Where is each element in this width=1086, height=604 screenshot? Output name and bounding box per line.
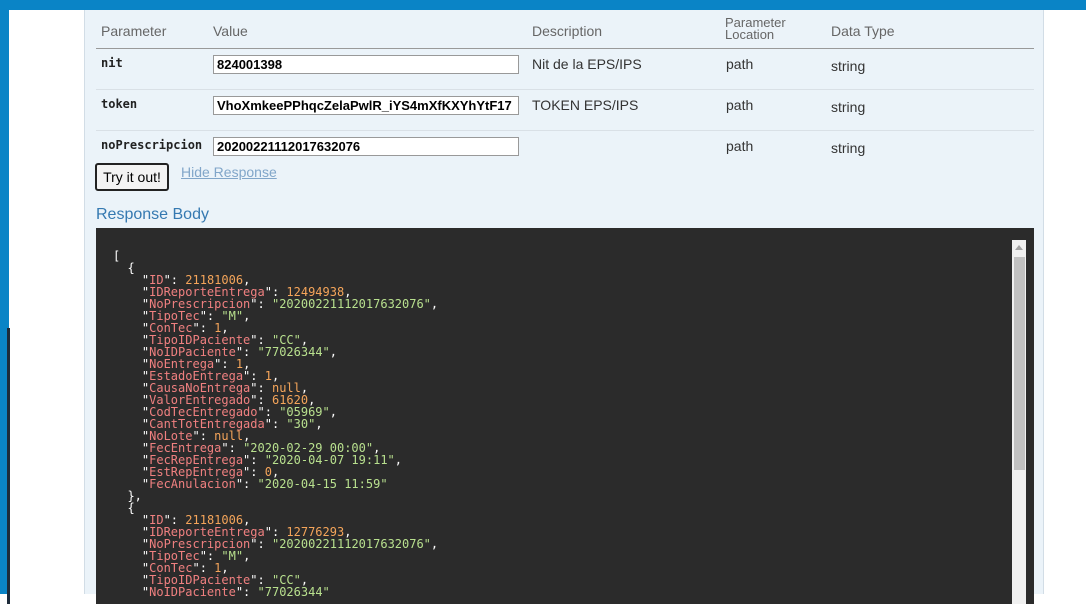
param-description-nit: Nit de la EPS/IPS	[532, 56, 642, 72]
header-parameter-location: Parameter Location	[725, 16, 786, 42]
hide-response-link[interactable]: Hide Response	[181, 164, 277, 180]
param-name-noprescripcion: noPrescripcion	[101, 138, 203, 152]
header-location-line2: Location	[725, 27, 775, 42]
json-value: "30"	[286, 417, 316, 431]
param-location-token: path	[726, 97, 754, 113]
try-it-out-button[interactable]: Try it out!	[95, 163, 169, 191]
response-body-code[interactable]: [ { "ID": 21181006, "IDReporteEntrega": …	[96, 228, 1034, 604]
header-parameter: Parameter	[101, 23, 167, 39]
param-type-noprescripcion: string	[831, 140, 866, 156]
left-edge-strip	[0, 10, 10, 604]
param-location-nit: path	[726, 56, 754, 72]
scrollbar-thumb[interactable]	[1014, 257, 1025, 470]
header-description: Description	[532, 23, 603, 39]
json-value: "2020-04-07 19:11"	[264, 453, 395, 467]
nit-input[interactable]: 824001398	[213, 55, 519, 74]
param-type-nit: string	[831, 58, 866, 74]
response-body-title: Response Body	[96, 206, 209, 223]
row-divider	[96, 89, 1034, 90]
param-name-token: token	[101, 97, 138, 111]
json-key: NoIDPaciente	[149, 585, 236, 599]
response-scrollbar[interactable]	[1012, 240, 1026, 604]
row-divider	[96, 130, 1034, 131]
json-key: FecAnulacion	[149, 477, 236, 491]
json-value: "77026344"	[257, 585, 330, 599]
operation-panel: Parameter Value Description Parameter Lo…	[84, 10, 1044, 604]
json-value: "20200221112017632076"	[271, 537, 431, 551]
header-data-type: Data Type	[831, 23, 895, 39]
param-name-nit: nit	[101, 56, 123, 70]
header-value: Value	[213, 23, 248, 39]
json-value: "77026344"	[257, 345, 330, 359]
header-divider	[96, 48, 1034, 49]
response-json: [ { "ID": 21181006, "IDReporteEntrega": …	[113, 249, 439, 599]
scroll-up-arrow-icon[interactable]	[1012, 240, 1026, 254]
param-type-token: string	[831, 99, 866, 115]
left-edge-dark-segment	[7, 328, 10, 604]
json-value: "M"	[221, 309, 244, 323]
json-value: "M"	[221, 549, 244, 563]
token-input[interactable]: VhoXmkeePPhqcZelaPwlR_iYS4mXfKXYhYtF17	[213, 96, 519, 115]
param-location-noprescripcion: path	[726, 138, 754, 154]
json-value: "20200221112017632076"	[271, 297, 431, 311]
noprescripcion-input[interactable]: 20200221112017632076	[213, 137, 519, 156]
json-value: "2020-04-15 11:59"	[257, 477, 388, 491]
json-value: 1	[264, 369, 272, 383]
top-bar	[0, 0, 1086, 10]
param-description-token: TOKEN EPS/IPS	[532, 97, 639, 113]
